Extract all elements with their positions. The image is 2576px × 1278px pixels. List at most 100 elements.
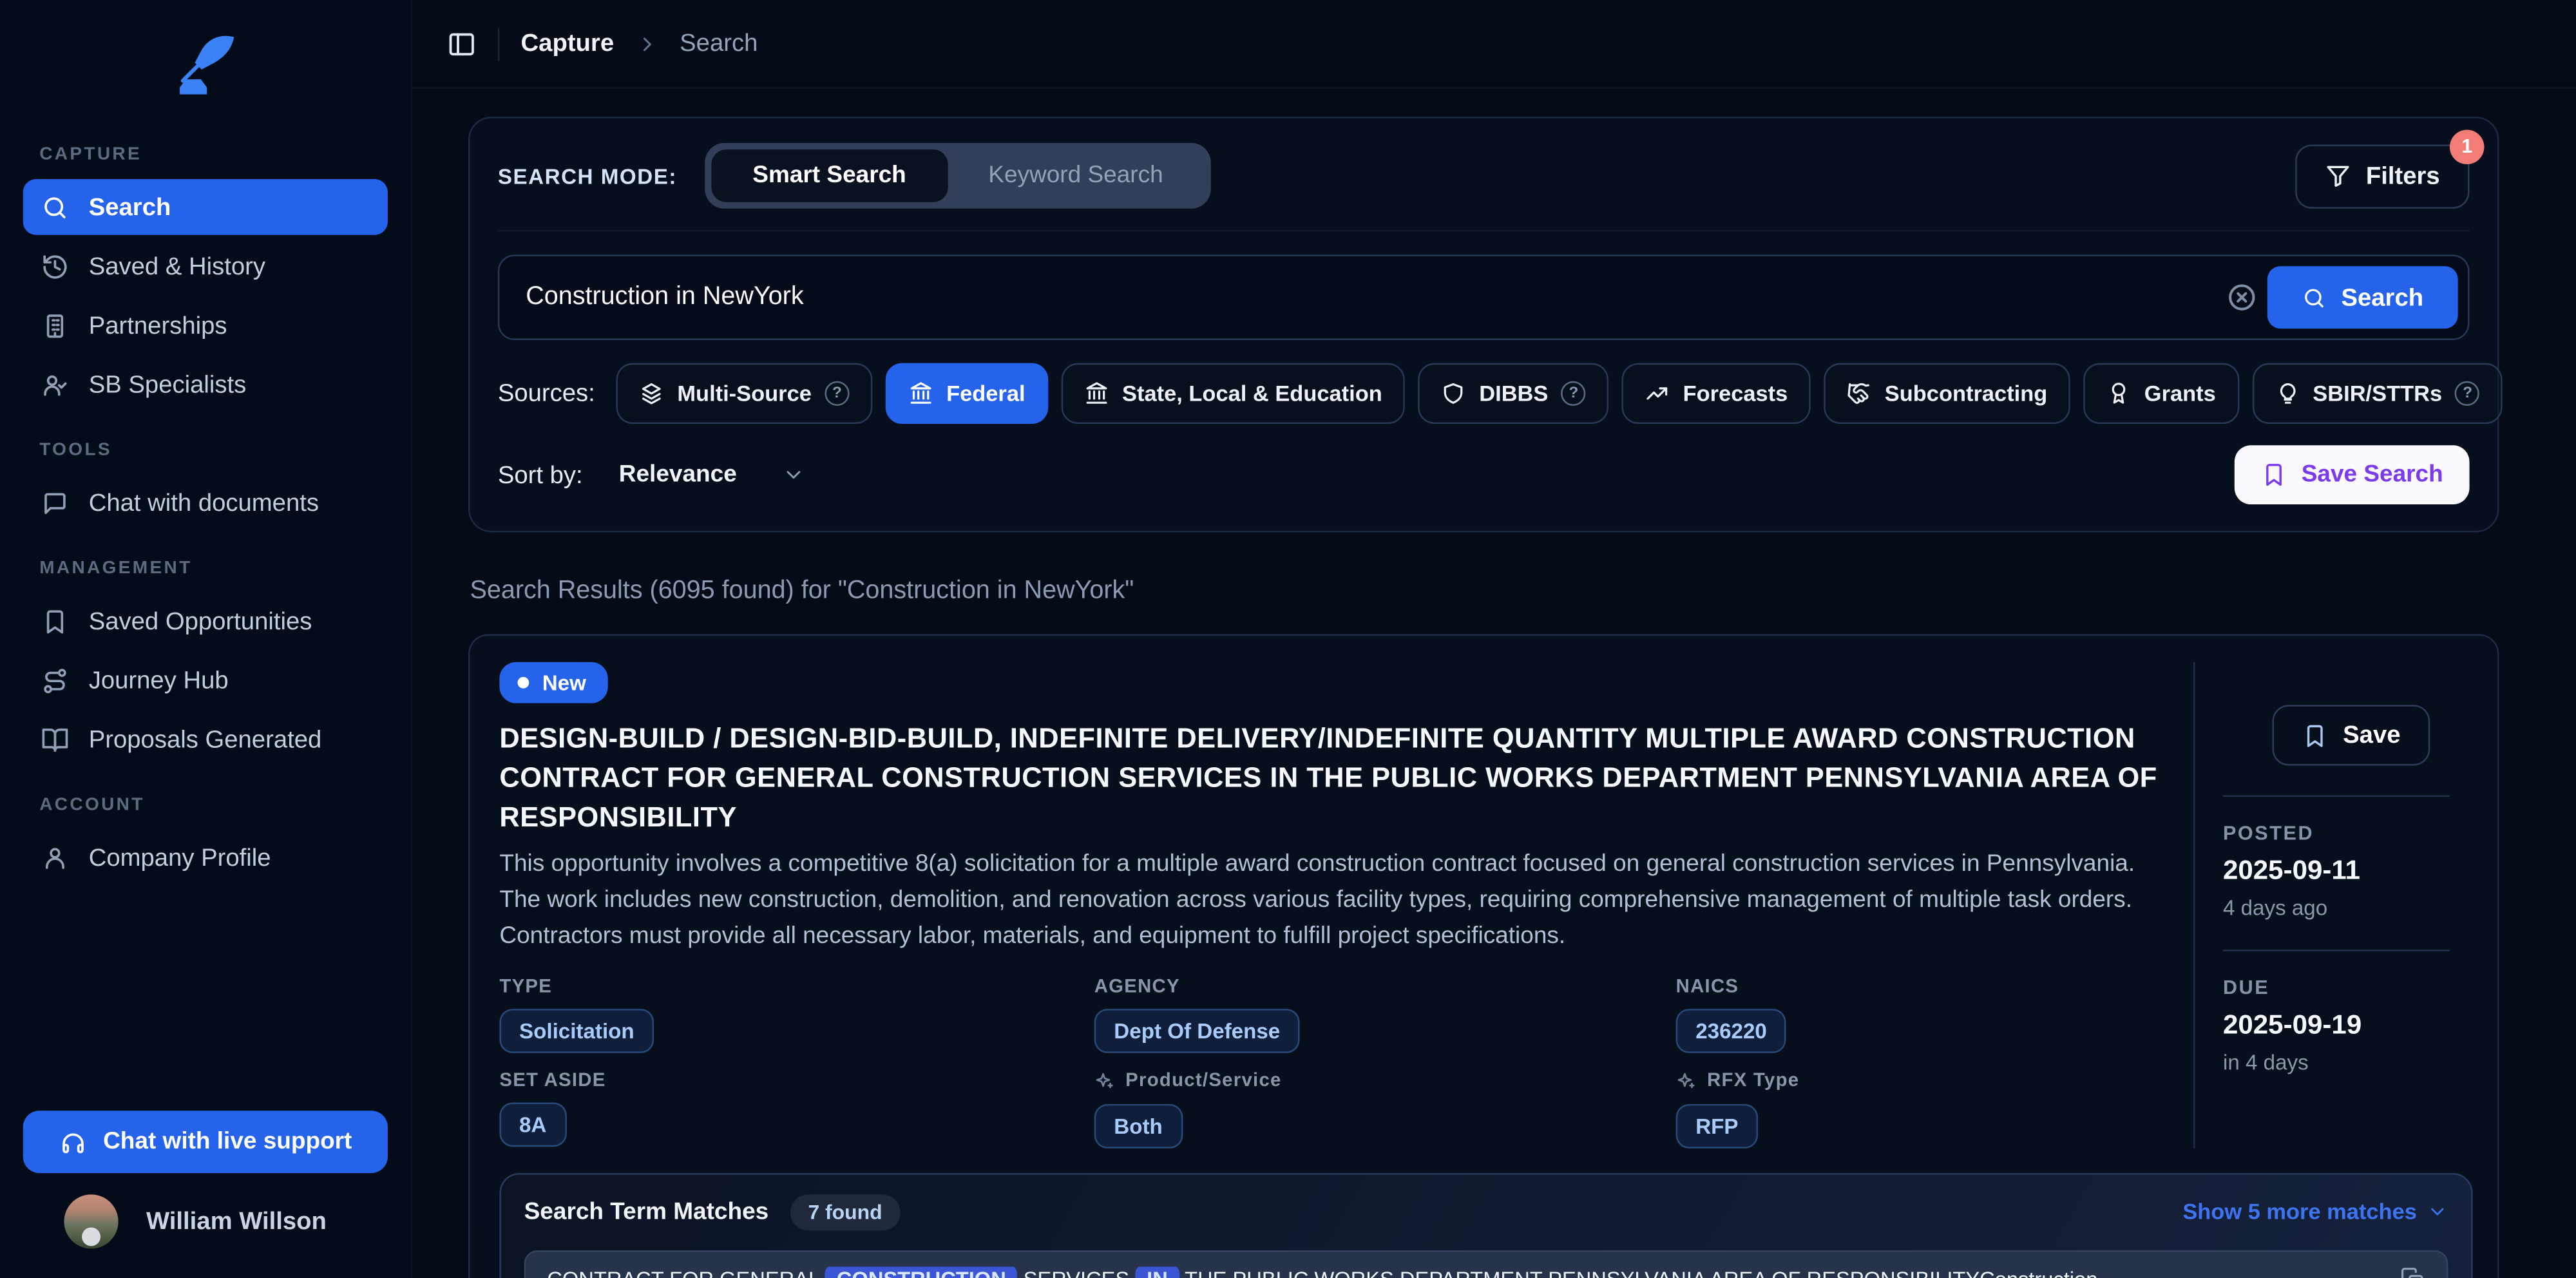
sidebar-item-saved-history[interactable]: Saved & History bbox=[23, 238, 388, 294]
user-profile-row[interactable]: William Willson bbox=[23, 1194, 388, 1248]
meta-label: RFX Type bbox=[1676, 1071, 2161, 1092]
sparkles-icon bbox=[1676, 1071, 1697, 1092]
sidebar-section-account: ACCOUNT bbox=[39, 795, 371, 815]
sidebar-item-chat-with-documents[interactable]: Chat with documents bbox=[23, 475, 388, 531]
search-input-row: Construction in NewYork Search bbox=[498, 254, 2470, 340]
sidebar-item-journey-hub[interactable]: Journey Hub bbox=[23, 653, 388, 709]
sidebar-item-label: Saved & History bbox=[89, 253, 265, 280]
source-label: Forecasts bbox=[1683, 381, 1788, 406]
sidebar-section-tools: TOOLS bbox=[39, 441, 371, 461]
bookmark-icon bbox=[2302, 722, 2328, 749]
source-grants[interactable]: Grants bbox=[2083, 363, 2238, 424]
meta-product-service: Product/Service Both bbox=[1094, 1071, 1676, 1148]
show-more-matches-link[interactable]: Show 5 more matches bbox=[2182, 1199, 2448, 1224]
tab-smart-search[interactable]: Smart Search bbox=[712, 149, 948, 202]
source-dibbs[interactable]: DIBBS bbox=[1418, 363, 1609, 424]
chat-live-support-button[interactable]: Chat with live support bbox=[23, 1111, 388, 1173]
match-row: CONTRACT FOR GENERAL CONSTRUCTION SERVIC… bbox=[524, 1250, 2448, 1278]
panel-left-icon[interactable] bbox=[447, 29, 477, 59]
meta-label: TYPE bbox=[499, 977, 1094, 997]
source-federal[interactable]: Federal bbox=[886, 363, 1049, 424]
sort-dropdown[interactable]: Relevance bbox=[619, 462, 806, 488]
sidebar-item-saved-opportunities[interactable]: Saved Opportunities bbox=[23, 593, 388, 649]
sidebar-item-label: Partnerships bbox=[89, 311, 227, 339]
chevron-right-icon bbox=[635, 32, 658, 55]
sources-row: Sources: Multi-Source Federal State, Loc… bbox=[498, 363, 2470, 424]
source-multi-source[interactable]: Multi-Source bbox=[616, 363, 872, 424]
search-button[interactable]: Search bbox=[2267, 266, 2458, 329]
content-area: SEARCH MODE: Smart Search Keyword Search… bbox=[412, 89, 2576, 1278]
breadcrumb-root[interactable]: Capture bbox=[521, 30, 615, 57]
help-icon[interactable] bbox=[825, 381, 849, 406]
highlighted-term: CONSTRUCTION bbox=[825, 1266, 1018, 1278]
sidebar-item-sb-specialists[interactable]: SB Specialists bbox=[23, 356, 388, 412]
user-icon bbox=[41, 844, 69, 872]
search-mode-toggle: Smart Search Keyword Search bbox=[705, 143, 1210, 209]
source-subcontracting[interactable]: Subcontracting bbox=[1824, 363, 2070, 424]
copy-icon[interactable] bbox=[2400, 1266, 2425, 1278]
sources-label: Sources: bbox=[498, 379, 595, 407]
save-search-label: Save Search bbox=[2302, 462, 2443, 488]
meta-label: NAICS bbox=[1676, 977, 2161, 997]
save-search-button[interactable]: Save Search bbox=[2234, 445, 2469, 504]
search-panel: SEARCH MODE: Smart Search Keyword Search… bbox=[468, 117, 2499, 532]
source-label: Subcontracting bbox=[1885, 381, 2048, 406]
trending-up-icon bbox=[1645, 381, 1670, 406]
support-button-label: Chat with live support bbox=[103, 1129, 352, 1155]
matches-header: Search Term Matches 7 found Show 5 more … bbox=[524, 1194, 2448, 1230]
search-input[interactable]: Construction in NewYork Search bbox=[498, 254, 2470, 340]
sidebar-item-label: SB Specialists bbox=[89, 370, 247, 398]
headset-icon bbox=[59, 1128, 86, 1156]
sidebar-item-proposals-generated[interactable]: Proposals Generated bbox=[23, 711, 388, 767]
due-date: 2025-09-19 bbox=[2223, 1011, 2473, 1042]
source-label: State, Local & Education bbox=[1122, 381, 1382, 406]
chevron-down-icon bbox=[783, 463, 806, 486]
search-icon bbox=[2302, 285, 2326, 310]
breadcrumb-current: Search bbox=[680, 30, 758, 57]
filters-wrap: Filters 1 bbox=[2295, 144, 2469, 207]
shield-icon bbox=[1442, 381, 1466, 406]
search-button-label: Search bbox=[2341, 283, 2423, 311]
opportunity-description: This opportunity involves a competitive … bbox=[499, 848, 2161, 955]
sidebar-item-label: Chat with documents bbox=[89, 489, 319, 517]
result-side-panel: Save POSTED 2025-09-11 4 days ago DUE 20… bbox=[2193, 662, 2473, 1148]
clear-input-icon[interactable] bbox=[2226, 281, 2257, 312]
source-label: Federal bbox=[946, 381, 1026, 406]
funnel-icon bbox=[2325, 163, 2351, 189]
new-dot-icon bbox=[517, 677, 529, 689]
sidebar-section-capture: CAPTURE bbox=[39, 144, 371, 164]
bookmark-icon bbox=[2260, 462, 2287, 488]
source-label: DIBBS bbox=[1479, 381, 1548, 406]
meta-value-pill: 236220 bbox=[1676, 1008, 1787, 1053]
history-icon bbox=[41, 253, 69, 280]
save-opportunity-button[interactable]: Save bbox=[2272, 705, 2430, 765]
sidebar-item-company-profile[interactable]: Company Profile bbox=[23, 830, 388, 886]
sidebar-item-search[interactable]: Search bbox=[23, 179, 388, 235]
sidebar-item-label: Journey Hub bbox=[89, 666, 229, 694]
source-label: Grants bbox=[2144, 381, 2216, 406]
help-icon[interactable] bbox=[2456, 381, 2480, 406]
sidebar-item-partnerships[interactable]: Partnerships bbox=[23, 298, 388, 354]
tab-keyword-search[interactable]: Keyword Search bbox=[948, 149, 1205, 202]
posted-date: 2025-09-11 bbox=[2223, 856, 2473, 887]
search-mode-row: SEARCH MODE: Smart Search Keyword Search… bbox=[498, 143, 2470, 232]
help-icon[interactable] bbox=[1561, 381, 1586, 406]
source-forecasts[interactable]: Forecasts bbox=[1622, 363, 1811, 424]
chat-bubble-icon bbox=[41, 489, 69, 517]
side-divider bbox=[2223, 949, 2450, 951]
chevron-down-icon bbox=[2427, 1201, 2448, 1223]
source-state-local-education[interactable]: State, Local & Education bbox=[1062, 363, 1406, 424]
side-divider bbox=[2223, 795, 2450, 797]
due-relative: in 4 days bbox=[2223, 1050, 2473, 1074]
meta-value-pill: RFP bbox=[1676, 1103, 1759, 1148]
avatar bbox=[64, 1194, 118, 1248]
source-sbir-sttrs[interactable]: SBIR/STTRs bbox=[2252, 363, 2503, 424]
building-icon bbox=[41, 311, 69, 339]
filters-button[interactable]: Filters bbox=[2295, 144, 2469, 207]
book-open-icon bbox=[41, 725, 69, 753]
filters-label: Filters bbox=[2366, 162, 2440, 189]
highlighted-term: IN bbox=[1135, 1266, 1179, 1278]
search-icon bbox=[41, 193, 69, 221]
sort-value: Relevance bbox=[619, 462, 737, 488]
opportunity-title[interactable]: DESIGN-BUILD / DESIGN-BID-BUILD, INDEFIN… bbox=[499, 720, 2161, 837]
